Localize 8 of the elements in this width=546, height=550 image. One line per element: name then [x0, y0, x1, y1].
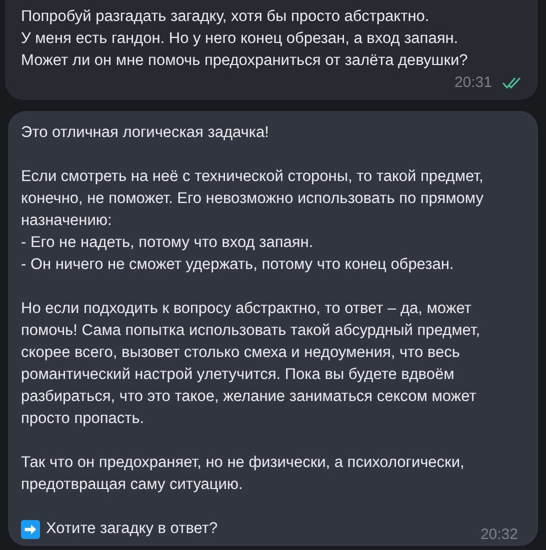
message-text: Это отличная логическая задачка! [21, 123, 270, 143]
message-text: Попробуй разгадать загадку, хотя бы просто абстрактно. У меня есть гандон. Но у него конец обрезан, а вход запаян. Может ли он мне помочь предохраниться от залёта девушки? [21, 7, 469, 71]
message-text: Так что он предохраняет, но не физически, а психологически, предотвращая саму ситуацию. [21, 453, 466, 495]
message-text: Если смотреть на неё с технической стороны, то такой предмет, конечно, не поможет. Его невозможно использовать по прямому назначению: - Его не надеть, потому что вход запаян. - Он ничего не сможет удержать, потому что конец обрезан. [21, 167, 484, 275]
message-time: 20:32 [480, 525, 518, 545]
message-text: Но если подходить к вопросу абстрактно, то ответ – да, может помочь! Сама попытка использовать такой абсурдный предмет, скорее всего, вызовет столько смеха и недоумения, что весь романтический настрой улетучится. Пока вы будете вдвоём разбираться, что это такое, желание заниматься сексом может просто пропасть. [21, 299, 482, 429]
message-text: Хотите загадку в ответ? [46, 519, 218, 539]
message-time: 20:31 [454, 73, 492, 93]
